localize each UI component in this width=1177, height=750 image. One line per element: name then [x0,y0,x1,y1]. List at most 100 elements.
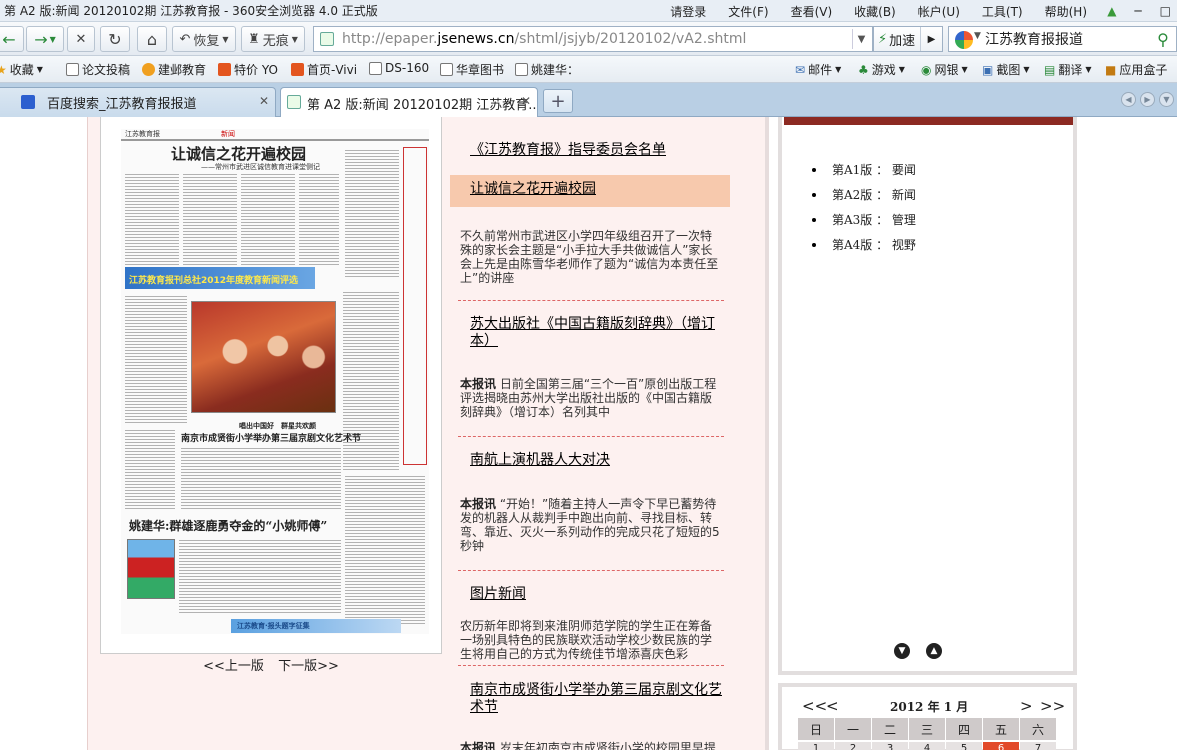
newspaper-footer-banner[interactable]: 江苏教育·报头题字征集 [231,619,401,633]
next-year-button[interactable]: >> [1040,697,1065,715]
bookmark-item[interactable]: 论文投稿 [66,61,130,78]
no-trace-button[interactable]: ♜ 无痕 ▼ [241,26,305,52]
skin-icon[interactable]: ▲ [1107,4,1116,18]
prev-year-button[interactable]: << [802,697,827,715]
article-link[interactable]: 图片新闻 [470,586,730,603]
next-page-link[interactable]: 下一版>> [278,659,339,674]
translate-button[interactable]: ▤ 翻译 ▼ [1044,61,1092,78]
text-block [299,173,339,265]
page-icon [440,63,453,76]
bank-button[interactable]: ◉ 网银 ▼ [921,61,968,78]
newspaper-headline-2[interactable]: 南京市成贤街小学举办第三届京剧文化艺术节 [181,431,361,444]
text-block [179,539,341,615]
divider [458,300,724,301]
close-icon[interactable]: ✕ [521,94,531,108]
tab-scroll-right-icon[interactable]: ▶ [1140,92,1155,107]
menu-account[interactable]: 帐户(U) [918,3,960,20]
translate-icon: ▤ [1044,62,1056,77]
bookmark-item[interactable]: 姚建华： [515,61,579,78]
mail-button[interactable]: ✉ 邮件 ▼ [795,61,841,78]
undo-icon: ↶ [179,31,191,47]
favorites-button[interactable]: ★ 收藏 ▼ [0,61,43,78]
tab-scroll-left-icon[interactable]: ◀ [1121,92,1136,107]
next-month-button[interactable]: > [1020,697,1033,715]
calendar-day[interactable]: 2 [835,742,871,750]
article-link[interactable]: 南航上演机器人大对决 [470,452,730,469]
bookmark-item[interactable]: 华章图书 [440,61,504,78]
scroll-up-icon[interactable]: ▲ [926,643,942,659]
search-icon[interactable]: ⚲ [1150,27,1176,51]
chevron-down-icon: ▼ [961,65,968,74]
search-input[interactable]: 江苏教育报报道 [985,29,1083,49]
stop-button[interactable]: ✕ [67,26,95,52]
speedup-button[interactable]: ⚡ 加速 ▶ [873,26,943,52]
article-summary: 本报讯 “开始！”随着主持人一声令下早已蓄势待发的机器人从裁判手中跑出向前、寻找… [460,497,722,553]
edition-item[interactable]: 第A3版 ： 管理 [812,207,916,232]
page-favicon-icon [287,95,301,109]
refresh-button[interactable]: ↻ [100,26,130,52]
address-dropdown-icon[interactable]: ▼ [852,29,870,49]
menu-favorites[interactable]: 收藏(B) [854,3,896,20]
chevron-down-icon: ▼ [835,65,842,74]
article-link[interactable]: 苏大出版社《中国古籍版刻辞典》（增订本） [470,316,730,350]
calendar-day[interactable]: 5 [946,742,982,750]
tab-baidu-search[interactable]: 百度搜索_江苏教育报报道 ✕ [0,87,276,117]
newspaper-banner[interactable]: 江苏教育报刊总社2012年度教育新闻评选 [125,267,315,289]
newspaper-masthead: 江苏教育报 新闻 [121,129,429,141]
article-link[interactable]: 让诚信之花开遍校园 [470,181,730,198]
newspaper-headline-3[interactable]: 姚建华:群雄逐鹿勇夺金的“小姚师傅” [129,517,327,534]
menu-view[interactable]: 查看(V) [791,3,833,20]
chevron-down-icon: ▼ [1023,65,1030,74]
prev-month-button[interactable]: < [826,697,839,715]
minimize-icon[interactable]: ─ [1134,4,1141,18]
edition-item[interactable]: 第A2版 ： 新闻 [812,182,916,207]
new-tab-button[interactable]: + [543,89,573,113]
tab-epaper-a2[interactable]: 第 A2 版:新闻 20120102期 江苏教育... ✕ [280,87,538,118]
maximize-icon[interactable]: □ [1160,4,1171,18]
address-bar[interactable]: http://epaper. jsenews.cn/shtml/jsjyb/201… [313,26,873,52]
edition-item[interactable]: 第A1版 ： 要闻 [812,157,916,182]
close-icon[interactable]: ✕ [259,94,269,108]
incognito-icon: ♜ [248,31,260,47]
bookmark-item[interactable]: 首页-Vivi [291,61,357,78]
back-button[interactable]: ← [0,26,24,52]
calendar-day[interactable]: 3 [872,742,908,750]
restore-button[interactable]: ↶ 恢复 ▼ [172,26,236,52]
edition-item[interactable]: 第A4版 ： 视野 [812,232,916,257]
games-button[interactable]: ♣ 游戏 ▼ [858,61,905,78]
text-block [345,149,399,279]
screenshot-icon: ▣ [982,62,994,77]
newspaper-page-image[interactable]: 江苏教育报 新闻 让诚信之花开遍校园 ——常州市武进区诚信教育进课堂侧记 江苏教… [121,129,429,634]
summary-lead: 本报讯 [460,741,497,750]
calendar-day[interactable]: 4 [909,742,945,750]
no-trace-label: 无痕 [262,33,289,49]
prev-page-link[interactable]: <<上一版 [203,659,264,674]
bookmark-item[interactable]: DS-160 [369,61,429,75]
calendar-day[interactable]: 7 [1020,742,1056,750]
play-icon[interactable]: ▶ [920,27,942,51]
calendar-day[interactable]: 1 [798,742,834,750]
menu-file[interactable]: 文件(F) [728,3,768,20]
forward-button[interactable]: → ▼ [26,26,64,52]
search-box[interactable]: ▼ 江苏教育报报道 ⚲ [948,26,1177,52]
lightning-icon: ⚡ [878,31,888,47]
article-link[interactable]: 南京市成贤街小学举办第三届京剧文化艺术节 [470,682,730,716]
newspaper-headline[interactable]: 让诚信之花开遍校园 [171,143,306,164]
app-box-button[interactable]: ■ 应用盒子 [1105,61,1167,78]
bookmark-item[interactable]: 建邺教育 [142,61,206,78]
news-photo[interactable] [191,301,336,413]
bookmark-item[interactable]: 特价 YO [218,61,278,78]
article-link[interactable]: 《江苏教育报》指导委员会名单 [470,142,730,159]
login-link[interactable]: 请登录 [670,3,706,20]
edition-panel: 第A1版 ： 要闻 第A2版 ： 新闻 第A3版 ： 管理 第A4版 ： 视野 … [778,117,1077,675]
search-engine-icon[interactable] [955,31,973,49]
screenshot-button[interactable]: ▣ 截图 ▼ [982,61,1030,78]
menu-help[interactable]: 帮助(H) [1045,3,1087,20]
chevron-down-icon[interactable]: ▼ [974,31,981,41]
home-button[interactable]: ⌂ [137,26,167,52]
menu-tools[interactable]: 工具(T) [982,3,1023,20]
scroll-down-icon[interactable]: ▼ [894,643,910,659]
calendar-day-selected[interactable]: 6 [983,742,1019,750]
tab-list-icon[interactable]: ▼ [1159,92,1174,107]
portrait-photo[interactable] [127,539,175,599]
